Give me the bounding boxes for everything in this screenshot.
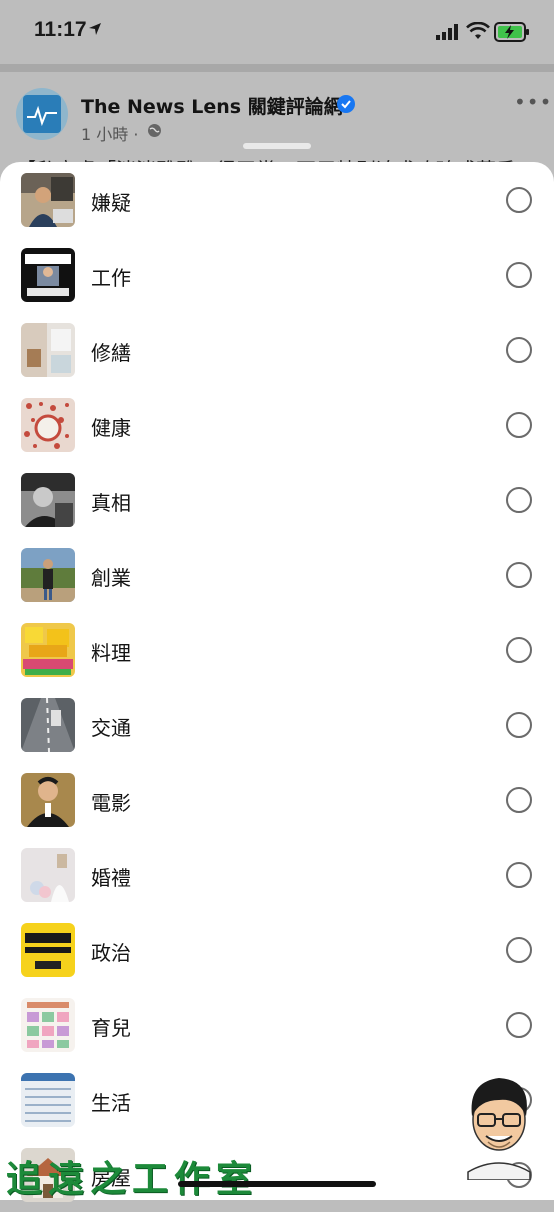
category-label: 修繕 [91, 341, 131, 365]
category-radio-button[interactable] [506, 562, 532, 588]
category-radio-button[interactable] [506, 862, 532, 888]
category-label: 健康 [91, 416, 131, 440]
meta-separator: · [133, 125, 139, 144]
category-radio-button[interactable] [506, 1012, 532, 1038]
more-options-icon[interactable]: ••• [514, 90, 552, 114]
category-thumbnail [21, 398, 75, 452]
home-indicator[interactable] [178, 1181, 376, 1187]
category-thumbnail [21, 998, 75, 1052]
category-row[interactable]: 料理 [0, 612, 554, 687]
category-row[interactable]: 政治 [0, 912, 554, 987]
page-avatar[interactable] [16, 88, 68, 140]
watermark-text: 追遠之工作室 [6, 1158, 259, 1200]
category-row[interactable]: 工作 [0, 237, 554, 312]
category-thumbnail [21, 623, 75, 677]
category-thumbnail [21, 173, 75, 227]
verified-badge-icon [337, 95, 355, 113]
category-radio-button[interactable] [506, 412, 532, 438]
category-label: 政治 [91, 941, 131, 965]
category-thumbnail [21, 1073, 75, 1127]
cartoon-avatar-icon [467, 1078, 531, 1180]
post-time: 1 小時 [81, 125, 129, 144]
category-radio-button[interactable] [506, 937, 532, 963]
pulse-logo-icon [27, 105, 57, 127]
category-thumbnail [21, 548, 75, 602]
category-row[interactable]: 創業 [0, 537, 554, 612]
category-label: 婚禮 [91, 866, 131, 890]
sheet-drag-handle[interactable] [243, 143, 311, 149]
category-label: 電影 [91, 791, 131, 815]
category-thumbnail [21, 473, 75, 527]
category-row[interactable]: 嫌疑 [0, 162, 554, 237]
category-row[interactable]: 健康 [0, 387, 554, 462]
location-arrow-icon [89, 23, 101, 35]
category-thumbnail [21, 923, 75, 977]
status-bar: 11:17 [0, 0, 554, 64]
wifi-icon [466, 22, 490, 39]
feed-post: The News Lens 關鍵評論網 1 小時 · ••• 【私密處「洸洸雅雅… [0, 72, 554, 182]
category-label: 嫌疑 [91, 191, 131, 215]
category-row[interactable]: 交通 [0, 687, 554, 762]
category-radio-button[interactable] [506, 787, 532, 813]
category-label: 工作 [91, 266, 131, 290]
cellular-signal-icon [436, 24, 458, 40]
category-row[interactable]: 真相 [0, 462, 554, 537]
battery-charging-icon [494, 22, 529, 42]
category-label: 料理 [91, 641, 131, 665]
category-radio-button[interactable] [506, 637, 532, 663]
category-thumbnail [21, 323, 75, 377]
category-label: 交通 [91, 716, 131, 740]
category-label: 創業 [91, 566, 131, 590]
page-name[interactable]: The News Lens 關鍵評論網 [81, 92, 343, 119]
category-radio-button[interactable] [506, 337, 532, 363]
category-radio-button[interactable] [506, 187, 532, 213]
category-sheet: 嫌疑 工作 修繕 健康 真相 創業 料理 交通 電影 婚禮 政治 育兒 生活 房屋 [0, 162, 554, 1202]
category-row[interactable]: 育兒 [0, 987, 554, 1062]
post-meta: 1 小時 · [81, 121, 138, 145]
category-thumbnail [21, 848, 75, 902]
category-radio-button[interactable] [506, 712, 532, 738]
status-time: 11:17 [34, 18, 87, 41]
category-radio-button[interactable] [506, 262, 532, 288]
category-row[interactable]: 婚禮 [0, 837, 554, 912]
category-thumbnail [21, 773, 75, 827]
category-thumbnail [21, 248, 75, 302]
globe-icon [148, 124, 161, 137]
category-row[interactable]: 修繕 [0, 312, 554, 387]
category-label: 真相 [91, 491, 131, 515]
feed-divider [0, 64, 554, 72]
category-row[interactable]: 電影 [0, 762, 554, 837]
category-label: 育兒 [91, 1016, 131, 1040]
category-thumbnail [21, 698, 75, 752]
category-radio-button[interactable] [506, 487, 532, 513]
category-label: 生活 [91, 1091, 131, 1115]
